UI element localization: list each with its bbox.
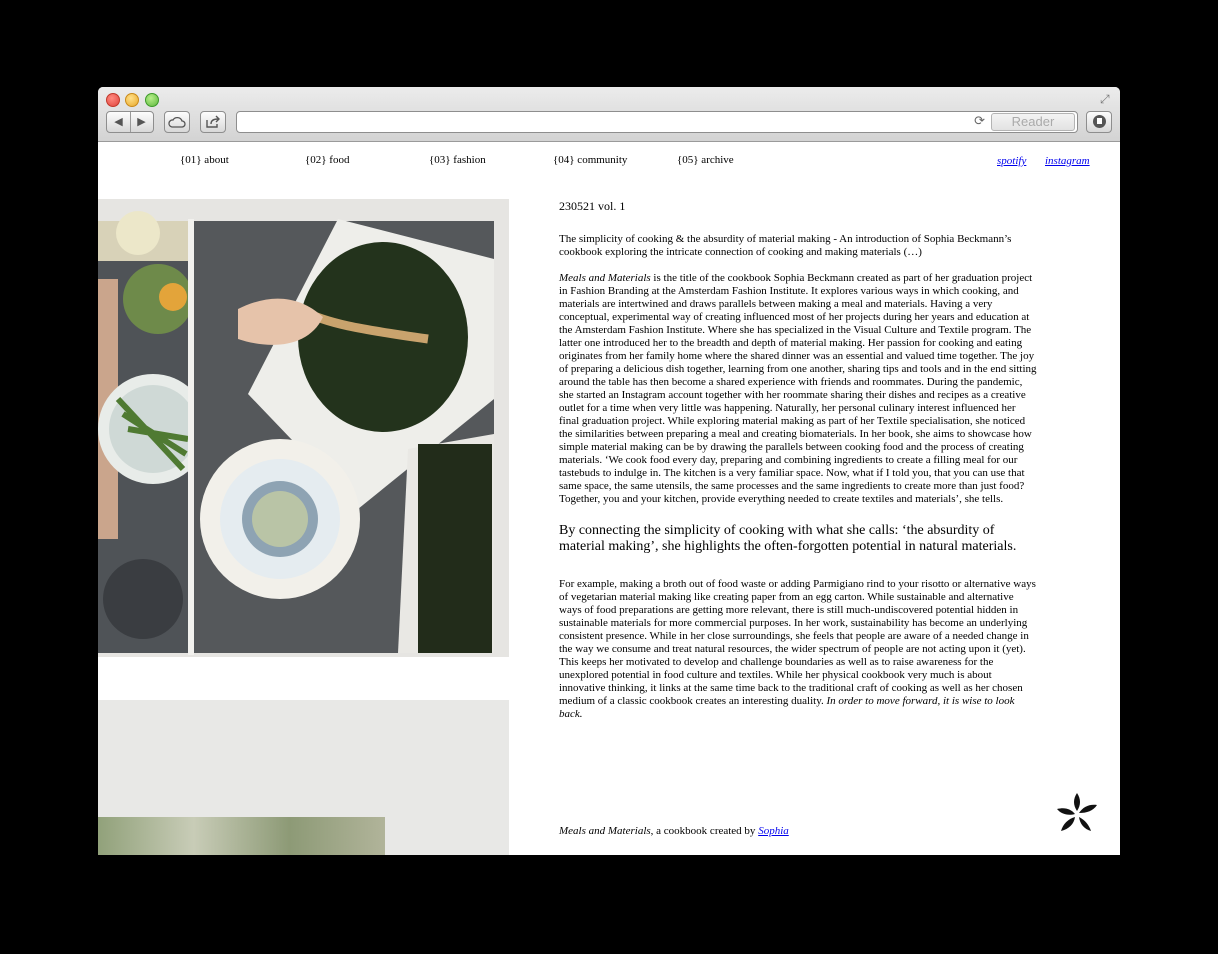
article-body-1: Meals and Materials is the title of the … [559, 272, 1037, 506]
icloud-tabs-button[interactable] [164, 111, 190, 133]
divider [130, 112, 131, 132]
credit-book-title: Meals and Materials [559, 825, 651, 837]
article-body-2-text: For example, making a broth out of food … [559, 578, 1036, 707]
article: 230521 vol. 1 The simplicity of cooking … [559, 199, 1037, 721]
history-navigation: ◀ ▶ [106, 111, 154, 133]
close-window-button[interactable] [106, 93, 120, 107]
back-button[interactable]: ◀ [107, 112, 130, 132]
browser-toolbar: ⤢ ◀ ▶ ⟳ Reader [98, 87, 1120, 142]
zoom-window-button[interactable] [145, 93, 159, 107]
download-icon-arrow [1097, 118, 1102, 124]
article-body-1-text: is the title of the cookbook Sophia Beck… [559, 272, 1037, 505]
issue-number: 230521 vol. 1 [559, 199, 626, 213]
cloud-icon [168, 116, 186, 128]
share-button[interactable] [200, 111, 226, 133]
nav-item-fashion[interactable]: {03} fashion [429, 154, 486, 166]
minimize-window-button[interactable] [125, 93, 139, 107]
share-icon [206, 115, 220, 128]
book-title: Meals and Materials [559, 272, 651, 284]
nav-item-community[interactable]: {04} community [553, 154, 627, 166]
spotify-link[interactable]: spotify [997, 155, 1026, 167]
browser-window: ⤢ ◀ ▶ ⟳ Reader {01} about {02} food {03}… [98, 87, 1120, 855]
book-credit: Meals and Materials, a cookbook created … [559, 825, 789, 837]
pull-quote: By connecting the simplicity of cooking … [559, 523, 1017, 554]
flower-logo-icon[interactable] [1055, 791, 1099, 835]
credit-text: , a cookbook created by [650, 825, 759, 837]
address-bar[interactable]: ⟳ Reader [236, 111, 1078, 133]
instagram-link[interactable]: instagram [1045, 155, 1090, 167]
downloads-button[interactable] [1086, 111, 1112, 133]
salad-photo [98, 817, 385, 855]
cookbook-photo [98, 199, 509, 657]
article-body-2: For example, making a broth out of food … [559, 578, 1037, 721]
web-page: {01} about {02} food {03} fashion {04} c… [98, 142, 1120, 855]
cookbook-photo-illustration [98, 199, 509, 657]
author-link[interactable]: Sophia [758, 825, 789, 837]
nav-item-food[interactable]: {02} food [305, 154, 349, 166]
nav-item-about[interactable]: {01} about [180, 154, 229, 166]
reload-icon[interactable]: ⟳ [974, 112, 985, 132]
forward-button[interactable]: ▶ [130, 112, 153, 132]
fullscreen-icon[interactable]: ⤢ [1100, 92, 1114, 106]
nav-item-archive[interactable]: {05} archive [677, 154, 734, 166]
reader-button[interactable]: Reader [991, 113, 1075, 131]
article-intro: The simplicity of cooking & the absurdit… [559, 233, 1012, 258]
